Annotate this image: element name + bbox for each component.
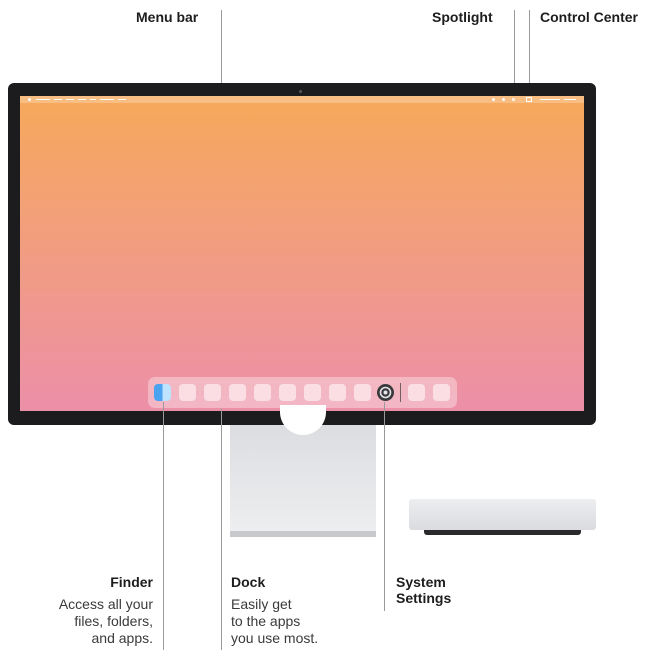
dock-app-icon[interactable] bbox=[329, 384, 346, 401]
dock-app-icon[interactable] bbox=[354, 384, 371, 401]
stand-foot bbox=[230, 531, 376, 537]
system-settings-label-line: System bbox=[396, 574, 446, 590]
dock-description-line: to the apps bbox=[231, 613, 301, 629]
finder-description-line: files, folders, bbox=[74, 613, 153, 629]
dock-app-icon[interactable] bbox=[204, 384, 221, 401]
menu-item[interactable] bbox=[78, 99, 86, 100]
menu-item[interactable] bbox=[118, 99, 126, 100]
finder-label: Finder bbox=[110, 574, 153, 590]
dock-leader-line bbox=[221, 409, 222, 650]
search-icon[interactable] bbox=[512, 98, 515, 101]
display-stand bbox=[230, 425, 376, 537]
menu-item[interactable] bbox=[66, 99, 74, 100]
dock-app-icon[interactable] bbox=[279, 384, 296, 401]
dock-callout: Dock Easily get to the apps you use most… bbox=[231, 574, 371, 647]
dock-description-line: Easily get bbox=[231, 596, 292, 612]
menu-bar-label: Menu bar bbox=[136, 9, 199, 25]
dock-app-icon[interactable] bbox=[179, 384, 196, 401]
menu-bar[interactable] bbox=[20, 96, 584, 103]
dock-app-icon[interactable] bbox=[229, 384, 246, 401]
dock-app-icon[interactable] bbox=[304, 384, 321, 401]
dock-description-line: you use most. bbox=[231, 630, 319, 646]
system-settings-callout: System Settings bbox=[396, 574, 516, 606]
system-settings-leader-line bbox=[384, 402, 385, 611]
control-center-label: Control Center bbox=[540, 9, 638, 25]
finder-leader-line bbox=[163, 402, 164, 650]
dock bbox=[148, 377, 457, 408]
finder-description-line: and apps. bbox=[91, 630, 154, 646]
dock-app-icon[interactable] bbox=[408, 384, 425, 401]
status-icon[interactable] bbox=[492, 98, 495, 101]
dock-app-icon[interactable] bbox=[254, 384, 271, 401]
finder-callout: Finder Access all your files, folders, a… bbox=[0, 574, 153, 647]
desktop-screen bbox=[20, 96, 584, 411]
apple-icon[interactable] bbox=[28, 98, 31, 101]
dock-app-icon[interactable] bbox=[433, 384, 450, 401]
menu-extra[interactable] bbox=[564, 99, 576, 100]
menu-item[interactable] bbox=[36, 99, 50, 100]
mac-mini-base bbox=[424, 530, 581, 535]
system-settings-label-line: Settings bbox=[396, 590, 452, 606]
gear-glyph-icon bbox=[379, 386, 392, 399]
menu-item[interactable] bbox=[54, 99, 62, 100]
menu-item[interactable] bbox=[100, 99, 114, 100]
clock-text[interactable] bbox=[540, 99, 560, 100]
camera-icon bbox=[299, 90, 302, 93]
control-center-icon[interactable] bbox=[526, 97, 532, 102]
mac-mini bbox=[409, 499, 596, 530]
finder-icon[interactable] bbox=[154, 384, 171, 401]
dock-label: Dock bbox=[231, 574, 266, 590]
menu-item[interactable] bbox=[90, 99, 96, 100]
dock-separator bbox=[400, 383, 401, 402]
gear-icon[interactable] bbox=[377, 384, 394, 401]
finder-description-line: Access all your bbox=[58, 596, 153, 612]
status-icon[interactable] bbox=[502, 98, 505, 101]
spotlight-label: Spotlight bbox=[432, 9, 493, 25]
